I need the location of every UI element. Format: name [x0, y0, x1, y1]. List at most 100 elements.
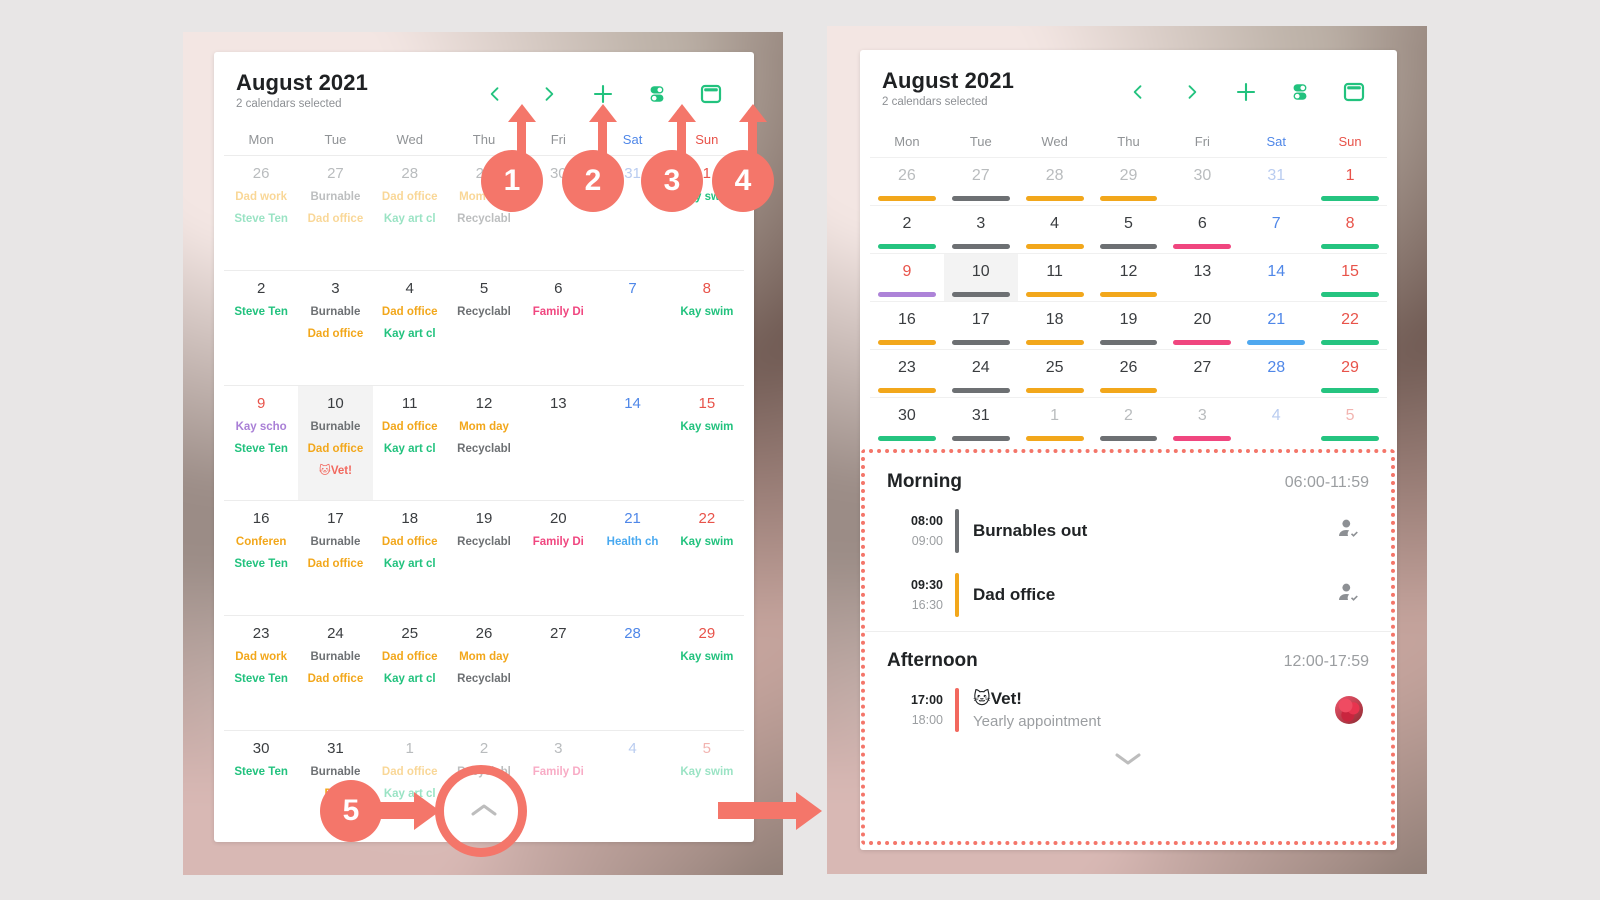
expand-agenda-button[interactable] — [865, 746, 1391, 775]
day-event-label[interactable]: Steve Ten — [224, 301, 298, 323]
calendar-day-cell[interactable]: 2 Steve Ten — [224, 271, 298, 385]
calendar-day-cell[interactable]: 12 Mom day Recyclabl — [447, 386, 521, 500]
calendar-day-cell[interactable]: 4 — [1018, 206, 1092, 253]
day-event-label[interactable]: Dad office — [298, 323, 372, 345]
day-event-label[interactable]: Kay swim — [670, 531, 744, 553]
day-event-label[interactable]: Burnable — [298, 646, 372, 668]
calendar-day-cell[interactable]: 30 — [1165, 158, 1239, 205]
day-event-label[interactable]: Mom day — [447, 646, 521, 668]
day-event-label[interactable]: Kay swim — [670, 646, 744, 668]
calendar-day-cell[interactable]: 27 — [944, 158, 1018, 205]
calendar-day-cell[interactable]: 28 — [1239, 350, 1313, 397]
calendar-day-cell[interactable]: 29 — [1313, 350, 1387, 397]
next-month-button[interactable] — [1165, 74, 1219, 110]
day-event-label[interactable]: Family Di — [521, 301, 595, 323]
calendar-day-cell[interactable]: 8 — [1313, 206, 1387, 253]
calendar-day-cell[interactable]: 25 Dad office Kay art cl — [373, 616, 447, 730]
day-event-label[interactable]: Kay swim — [670, 301, 744, 323]
calendar-day-cell[interactable]: 13 — [521, 386, 595, 500]
calendar-day-cell[interactable]: 4 — [1239, 398, 1313, 445]
calendar-day-cell[interactable]: 3 — [1165, 398, 1239, 445]
calendar-day-cell[interactable]: 10 Burnable Dad office 🐱Vet! — [298, 386, 373, 500]
day-event-label[interactable]: Burnable — [298, 416, 372, 438]
calendar-day-cell[interactable]: 31 — [944, 398, 1018, 445]
calendar-day-cell[interactable]: 27 Burnable Dad office — [298, 156, 372, 270]
day-event-label[interactable]: Steve Ten — [224, 553, 298, 575]
calendar-day-cell[interactable]: 28 Dad office Kay art cl — [373, 156, 447, 270]
calendar-day-cell[interactable]: 26 — [870, 158, 944, 205]
calendar-day-cell[interactable]: 16 — [870, 302, 944, 349]
calendar-day-cell[interactable]: 16 Conferen Steve Ten — [224, 501, 298, 615]
calendar-day-cell[interactable]: 13 — [1165, 254, 1239, 301]
calendar-toggles-button[interactable] — [1273, 74, 1327, 110]
day-event-label[interactable]: Recyclabl — [447, 301, 521, 323]
calendar-day-cell[interactable]: 25 — [1018, 350, 1092, 397]
day-event-label[interactable]: Kay swim — [670, 416, 744, 438]
day-event-label[interactable]: Burnable — [298, 186, 372, 208]
day-event-label[interactable]: Dad work — [224, 646, 298, 668]
calendar-day-cell[interactable]: 24 — [944, 350, 1018, 397]
day-event-label[interactable]: Family Di — [521, 761, 595, 783]
day-event-label[interactable]: Steve Ten — [224, 438, 298, 460]
day-event-label[interactable]: Recyclabl — [447, 438, 521, 460]
calendar-day-cell[interactable]: 29 Kay swim — [670, 616, 744, 730]
day-event-label[interactable]: Burnable — [298, 761, 372, 783]
calendar-day-cell[interactable]: 17 — [944, 302, 1018, 349]
calendar-day-cell[interactable]: 3 Burnable Dad office — [298, 271, 372, 385]
calendar-day-cell[interactable]: 15 — [1313, 254, 1387, 301]
day-event-label[interactable]: Burnable — [298, 531, 372, 553]
calendar-day-cell[interactable]: 12 — [1092, 254, 1166, 301]
calendar-day-cell[interactable]: 7 — [595, 271, 669, 385]
calendar-day-cell[interactable]: 31 — [1239, 158, 1313, 205]
calendar-day-cell[interactable]: 22 — [1313, 302, 1387, 349]
prev-month-button[interactable] — [1111, 74, 1165, 110]
calendar-day-cell[interactable]: 18 Dad office Kay art cl — [373, 501, 447, 615]
calendar-day-cell[interactable]: 26 Mom day Recyclabl — [447, 616, 521, 730]
calendar-day-cell[interactable]: 7 — [1239, 206, 1313, 253]
agenda-event-row[interactable]: 09:30 16:30 Dad office — [865, 567, 1391, 631]
day-event-label[interactable]: Dad office — [373, 186, 447, 208]
day-event-label[interactable]: Burnable — [298, 301, 372, 323]
day-event-label[interactable]: Dad office — [373, 646, 447, 668]
day-event-label[interactable]: Kay art cl — [373, 208, 447, 230]
calendar-day-cell[interactable]: 27 — [1165, 350, 1239, 397]
day-event-label[interactable]: Dad office — [373, 531, 447, 553]
calendar-day-cell[interactable]: 5 Recyclabl — [447, 271, 521, 385]
view-mode-button[interactable] — [1327, 74, 1381, 110]
calendar-day-cell[interactable]: 11 — [1018, 254, 1092, 301]
calendar-day-cell[interactable]: 6 — [1165, 206, 1239, 253]
day-event-label[interactable]: Dad office — [373, 416, 447, 438]
calendar-day-cell[interactable]: 3 — [944, 206, 1018, 253]
calendar-day-cell[interactable]: 2 — [870, 206, 944, 253]
day-event-label[interactable]: Dad office — [298, 668, 372, 690]
calendar-day-cell[interactable]: 4 Dad office Kay art cl — [373, 271, 447, 385]
calendar-day-cell[interactable]: 21 Health ch — [595, 501, 669, 615]
calendar-day-cell[interactable]: 14 — [595, 386, 669, 500]
add-event-button[interactable] — [1219, 74, 1273, 110]
calendar-day-cell[interactable]: 14 — [1239, 254, 1313, 301]
calendar-day-cell[interactable]: 29 — [1092, 158, 1166, 205]
calendar-day-cell[interactable]: 1 — [1018, 398, 1092, 445]
day-event-label[interactable]: Dad office — [373, 761, 447, 783]
day-event-label[interactable]: Kay scho — [224, 416, 298, 438]
calendar-day-cell[interactable]: 23 Dad work Steve Ten — [224, 616, 298, 730]
calendar-day-cell[interactable]: 8 Kay swim — [670, 271, 744, 385]
calendar-day-cell[interactable]: 1 — [1313, 158, 1387, 205]
day-event-label[interactable]: Kay art cl — [373, 668, 447, 690]
calendar-day-cell[interactable]: 23 — [870, 350, 944, 397]
day-event-label[interactable]: Dad office — [298, 553, 372, 575]
calendar-day-cell[interactable]: 20 Family Di — [521, 501, 595, 615]
day-event-label[interactable]: Dad office — [298, 438, 372, 460]
day-event-label[interactable]: Conferen — [224, 531, 298, 553]
calendar-day-cell[interactable]: 5 — [1092, 206, 1166, 253]
calendar-day-cell[interactable]: 15 Kay swim — [670, 386, 744, 500]
day-event-label[interactable]: Kay art cl — [373, 323, 447, 345]
day-event-label[interactable]: Kay swim — [670, 761, 744, 783]
calendar-day-cell[interactable]: 11 Dad office Kay art cl — [373, 386, 447, 500]
calendar-day-cell[interactable]: 27 — [521, 616, 595, 730]
calendar-day-cell[interactable]: 2 — [1092, 398, 1166, 445]
agenda-event-row[interactable]: 17:00 18:00 🐱Vet! Yearly appointment — [865, 682, 1391, 746]
calendar-day-cell[interactable]: 17 Burnable Dad office — [298, 501, 372, 615]
day-event-label[interactable]: Dad office — [373, 301, 447, 323]
calendar-day-cell[interactable]: 22 Kay swim — [670, 501, 744, 615]
